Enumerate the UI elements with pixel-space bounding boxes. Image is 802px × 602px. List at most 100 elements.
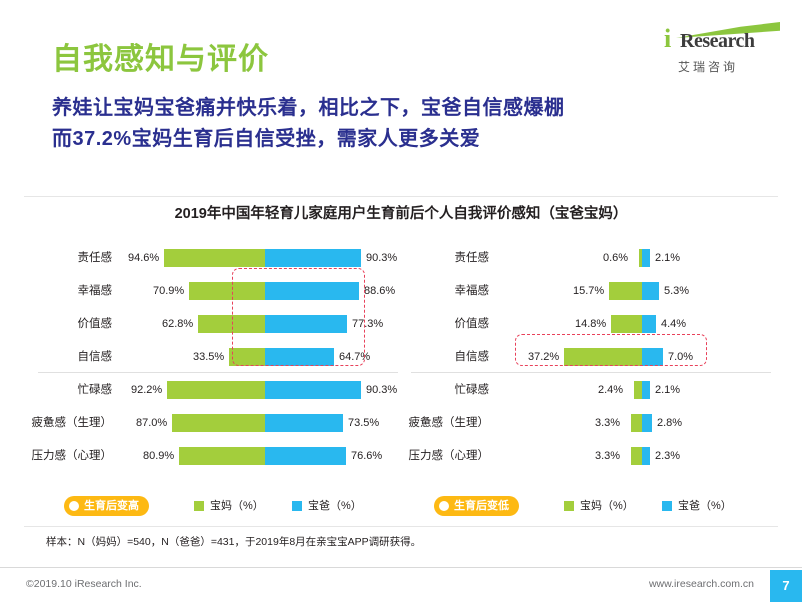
row-bars: 37.2% 7.0% <box>505 341 774 374</box>
row-label: 自信感 <box>454 351 490 363</box>
row-bars: 2.4% 2.1% <box>505 374 774 407</box>
bar-mom <box>609 282 642 300</box>
row-bars: 92.2% 90.3% <box>128 374 397 407</box>
value-dad: 5.3% <box>664 285 690 297</box>
value-dad: 90.3% <box>366 252 398 264</box>
value-mom: 94.6% <box>128 252 160 264</box>
row-bars: 62.8% 77.3% <box>128 308 397 341</box>
bar-mom <box>564 348 642 366</box>
footer-website: www.iresearch.com.cn <box>648 578 754 590</box>
bar-mom <box>164 249 265 267</box>
bar-dad <box>642 282 659 300</box>
bar-dad <box>642 315 656 333</box>
row-bars: 0.6% 2.1% <box>505 242 774 275</box>
chart-note: 样本：N（妈妈）=540，N（爸爸）=431，于2019年8月在亲宝宝APP调研… <box>46 536 422 548</box>
legend-item-dad-left: 宝爸（%） <box>292 496 362 516</box>
row-label: 责任感 <box>77 252 113 264</box>
value-mom: 2.4% <box>598 384 624 396</box>
value-mom: 3.3% <box>595 450 621 462</box>
value-dad: 7.0% <box>668 351 694 363</box>
page-number-badge: 7 <box>770 570 802 602</box>
value-mom: 62.8% <box>162 318 194 330</box>
bar-dad <box>642 414 652 432</box>
bar-dad <box>265 282 359 300</box>
value-dad: 2.1% <box>655 384 681 396</box>
row-label: 忙碌感 <box>77 384 113 396</box>
footer-divider <box>0 567 802 568</box>
bar-dad <box>265 249 361 267</box>
row-bars: 14.8% 4.4% <box>505 308 774 341</box>
page-title: 自我感知与评价 <box>52 43 269 76</box>
table-row: 忙碌感 2.4% 2.1% <box>401 374 778 407</box>
logo-badge: i Research <box>658 22 780 58</box>
bar-mom <box>179 447 265 465</box>
table-row: 价值感 14.8% 4.4% <box>401 308 778 341</box>
value-dad: 2.1% <box>655 252 681 264</box>
bar-dad <box>265 447 346 465</box>
bar-mom <box>189 282 265 300</box>
row-bars: 70.9% 88.6% <box>128 275 397 308</box>
value-mom: 0.6% <box>603 252 629 264</box>
value-dad: 77.3% <box>352 318 384 330</box>
bar-mom <box>611 315 642 333</box>
note-divider <box>24 526 778 527</box>
bar-dad <box>642 381 650 399</box>
chart-panel-increase: 责任感 94.6% 90.3% 幸福感 70.9% 88.6% 价值感 62.8… <box>24 242 401 473</box>
section-divider-right <box>411 372 771 373</box>
row-label: 疲惫感（生理） <box>408 417 490 429</box>
row-label: 幸福感 <box>454 285 490 297</box>
row-bars: 80.9% 76.6% <box>128 440 397 473</box>
value-mom: 33.5% <box>193 351 225 363</box>
row-label: 幸福感 <box>77 285 113 297</box>
bar-mom <box>198 315 265 333</box>
row-label: 责任感 <box>454 252 490 264</box>
value-dad: 88.6% <box>364 285 396 297</box>
bar-dad <box>642 348 663 366</box>
iresearch-logo: i Research 艾瑞咨询 <box>658 22 780 74</box>
footer-copyright: ©2019.10 iResearch Inc. <box>26 578 142 590</box>
row-label: 价值感 <box>454 318 490 330</box>
row-bars: 94.6% 90.3% <box>128 242 397 275</box>
row-bars: 15.7% 5.3% <box>505 275 774 308</box>
logo-letter-i: i <box>664 24 672 53</box>
row-bars: 3.3% 2.8% <box>505 407 774 440</box>
table-row: 价值感 62.8% 77.3% <box>24 308 401 341</box>
legend-item-mom-right: 宝妈（%） <box>564 496 634 516</box>
logo-chinese-name: 艾瑞咨询 <box>678 60 739 74</box>
table-row: 忙碌感 92.2% 90.3% <box>24 374 401 407</box>
row-label: 自信感 <box>77 351 113 363</box>
legend-item-mom-left: 宝妈（%） <box>194 496 264 516</box>
bar-mom <box>172 414 265 432</box>
table-row: 幸福感 70.9% 88.6% <box>24 275 401 308</box>
bar-mom <box>634 381 642 399</box>
value-mom: 14.8% <box>575 318 607 330</box>
value-mom: 70.9% <box>153 285 185 297</box>
value-dad: 4.4% <box>661 318 687 330</box>
table-row: 幸福感 15.7% 5.3% <box>401 275 778 308</box>
table-row: 自信感 37.2% 7.0% <box>401 341 778 374</box>
table-row: 疲惫感（生理） 87.0% 73.5% <box>24 407 401 440</box>
panel-top-divider <box>24 196 778 197</box>
bar-dad <box>642 447 650 465</box>
value-dad: 2.3% <box>655 450 681 462</box>
table-row: 压力感（心理） 3.3% 2.3% <box>401 440 778 473</box>
table-row: 责任感 94.6% 90.3% <box>24 242 401 275</box>
row-bars: 33.5% 64.7% <box>128 341 397 374</box>
chart-title: 2019年中国年轻育儿家庭用户生育前后个人自我评价感知（宝爸宝妈） <box>174 206 628 222</box>
legend-pill-increase: 生育后变高 <box>64 496 149 516</box>
row-label: 忙碌感 <box>454 384 490 396</box>
subtitle-line-2: 而37.2%宝妈生育后自信受挫，需家人更多关爱 <box>52 128 481 150</box>
value-mom: 3.3% <box>595 417 621 429</box>
value-mom: 15.7% <box>573 285 605 297</box>
table-row: 压力感（心理） 80.9% 76.6% <box>24 440 401 473</box>
chart-legend: 生育后变高 宝妈（%） 宝爸（%） 生育后变低 宝妈（%） 宝爸（%） <box>24 496 778 526</box>
legend-pill-decrease: 生育后变低 <box>434 496 519 516</box>
value-mom: 80.9% <box>143 450 175 462</box>
subtitle-line-1: 养娃让宝妈宝爸痛并快乐着，相比之下，宝爸自信感爆棚 <box>52 97 565 119</box>
value-mom: 37.2% <box>528 351 560 363</box>
value-dad: 73.5% <box>348 417 380 429</box>
bar-mom <box>229 348 265 366</box>
row-bars: 87.0% 73.5% <box>128 407 397 440</box>
value-mom: 87.0% <box>136 417 168 429</box>
bar-mom <box>167 381 265 399</box>
